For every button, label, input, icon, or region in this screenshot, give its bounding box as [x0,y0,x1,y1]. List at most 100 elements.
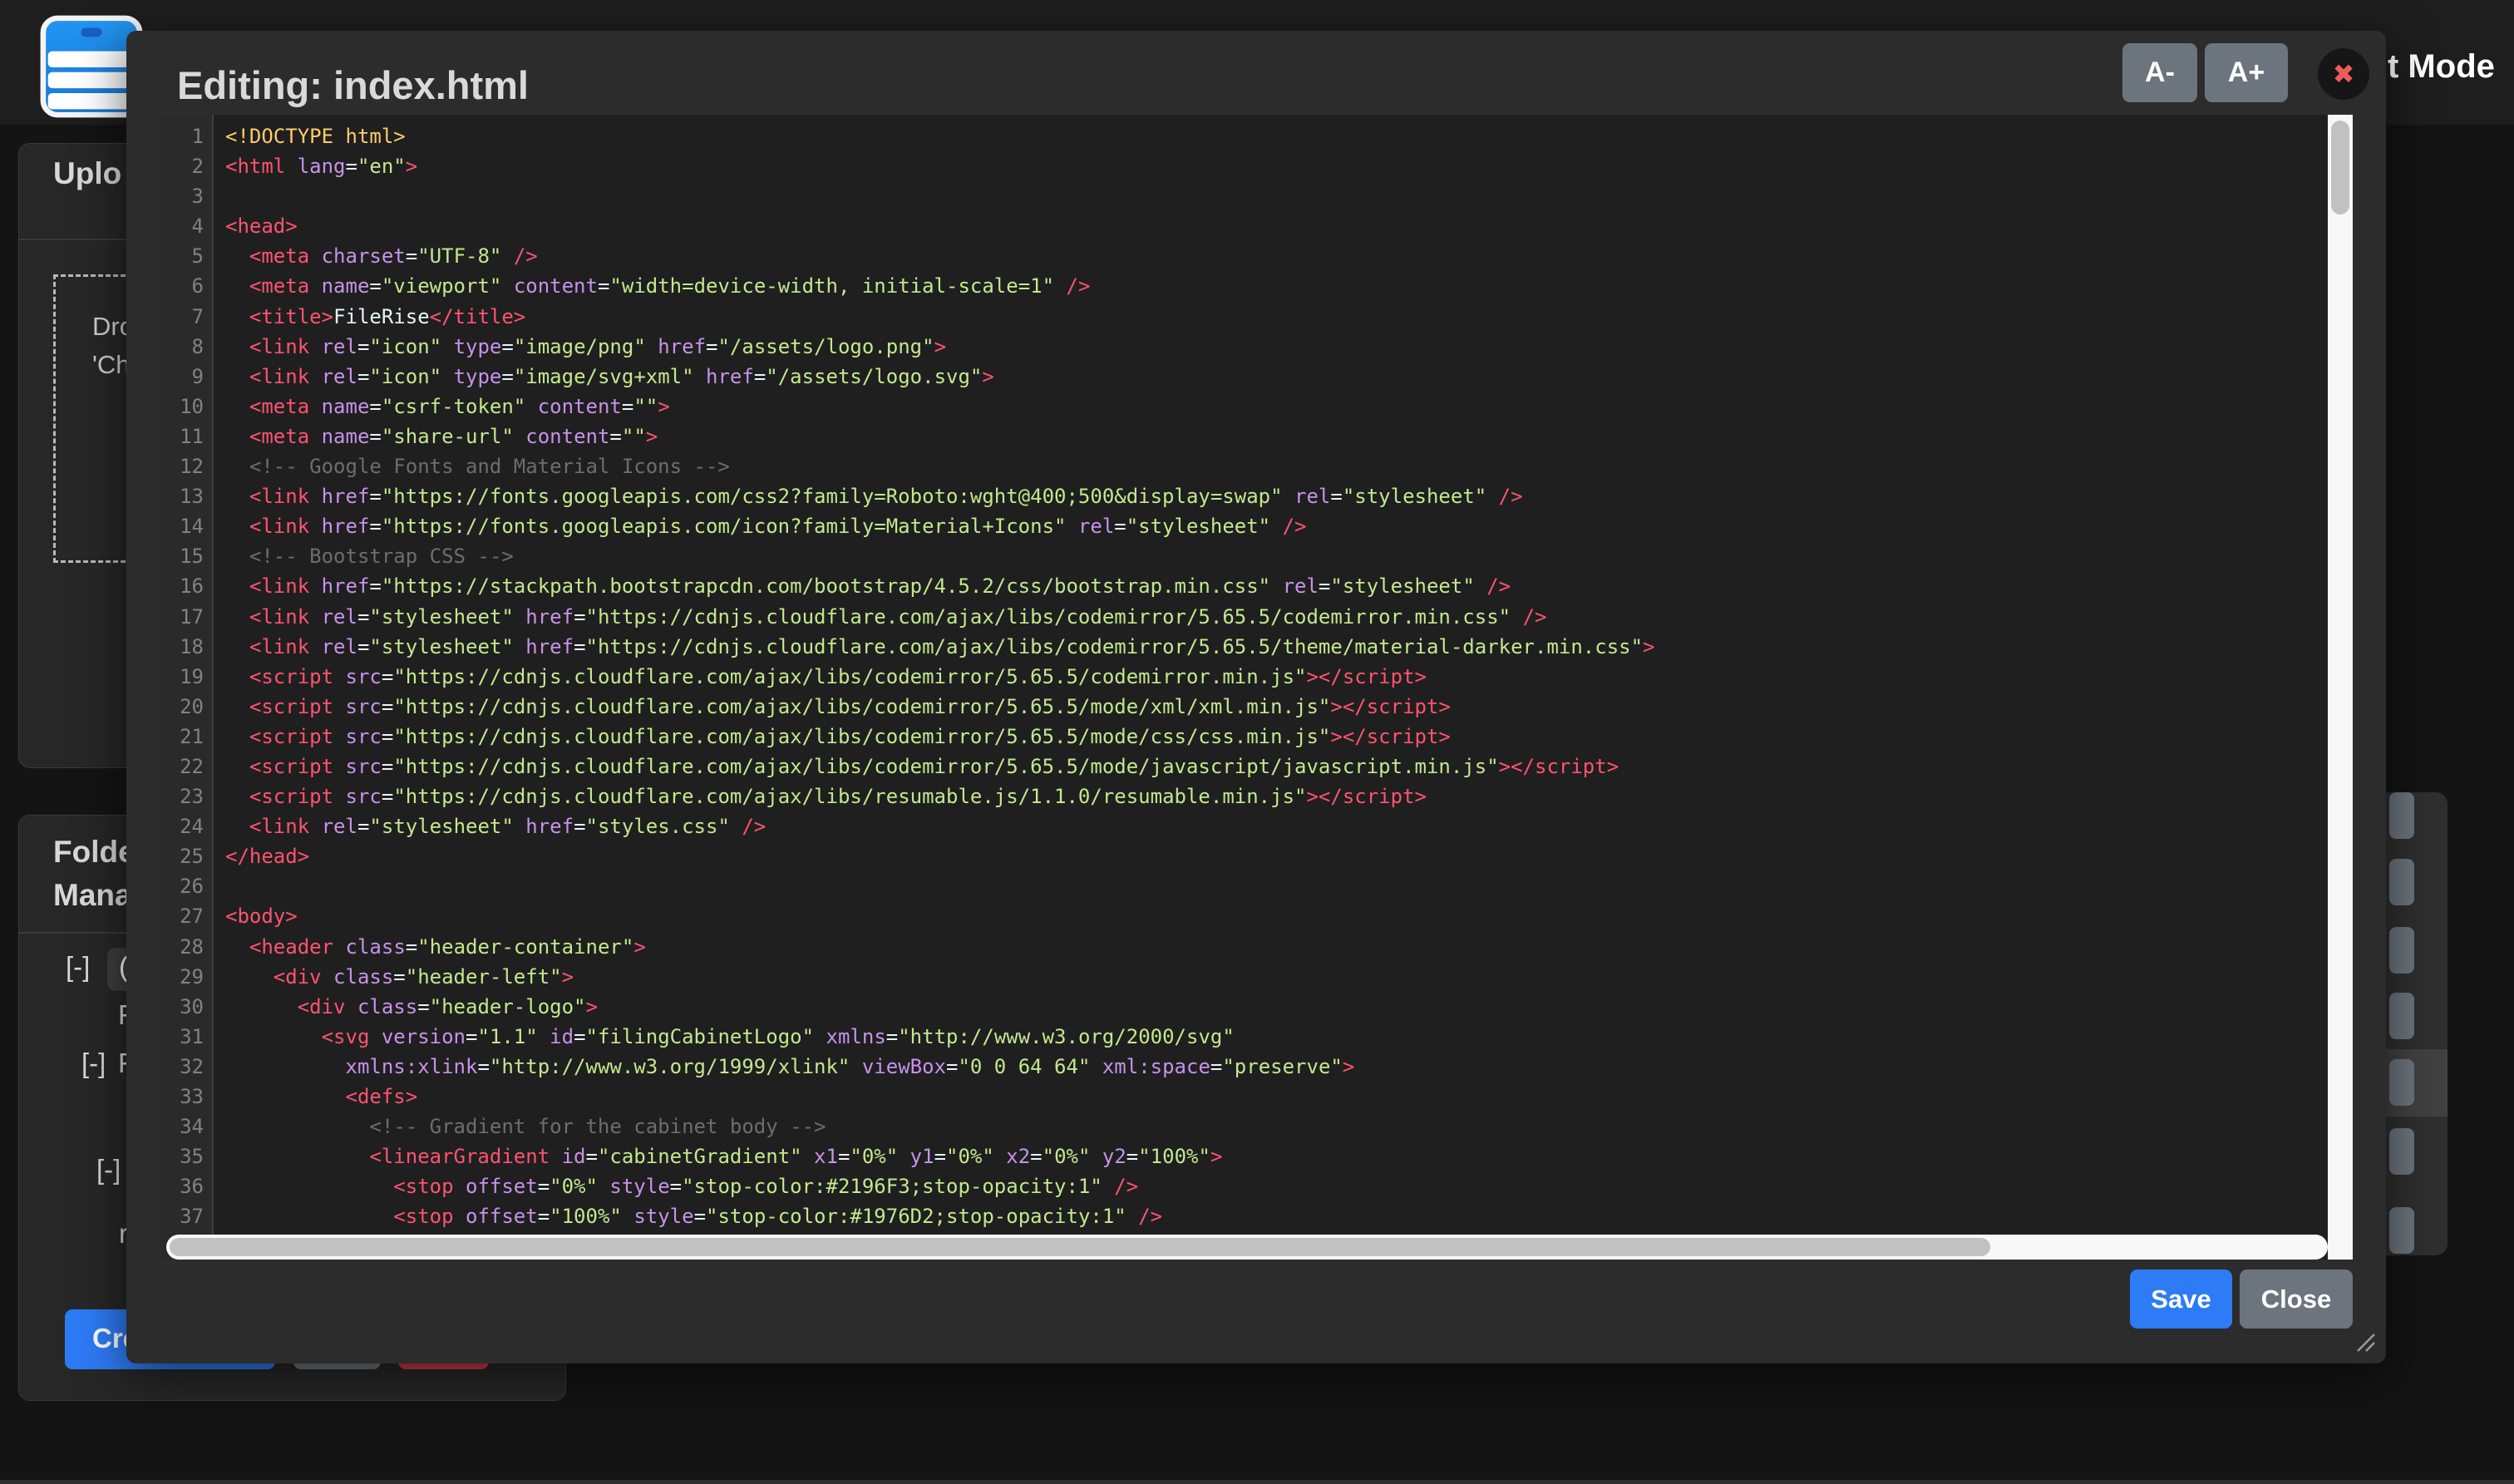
code-token: "preserve" [1222,1055,1343,1078]
code-token [225,935,249,959]
code-line[interactable]: 2<html lang="en"> [160,151,2353,181]
line-number: 25 [160,841,214,871]
code-line[interactable]: 26 [160,871,2353,901]
code-line[interactable]: 4<head> [160,211,2353,241]
code-line[interactable]: 29 <div class="header-left"> [160,962,2353,992]
code-line[interactable]: 12 <!-- Google Fonts and Material Icons … [160,451,2353,481]
code-token: = [466,1025,477,1048]
code-token: "/assets/logo.png" [717,335,934,358]
code-line[interactable]: 27<body> [160,901,2353,931]
code-line[interactable]: 25</head> [160,841,2353,871]
code-line[interactable]: 21 <script src="https://cdnjs.cloudflare… [160,722,2353,752]
action-button-stub[interactable] [2389,792,2414,839]
action-button-stub[interactable] [2389,927,2414,974]
code-line[interactable]: 31 <svg version="1.1" id="filingCabinetL… [160,1022,2353,1052]
font-increase-button[interactable]: A+ [2205,43,2288,102]
close-icon[interactable]: ✖ [2318,48,2369,100]
code-line[interactable]: 19 <script src="https://cdnjs.cloudflare… [160,662,2353,692]
code-token [225,1175,393,1198]
code-text: <script src="https://cdnjs.cloudflare.co… [214,722,1451,752]
line-number: 32 [160,1052,214,1082]
code-line[interactable]: 24 <link rel="stylesheet" href="styles.c… [160,811,2353,841]
code-token: > [586,995,598,1018]
save-button[interactable]: Save [2130,1270,2232,1329]
tree-toggle[interactable]: [-] [96,1154,121,1186]
code-token: offset [466,1205,538,1228]
vertical-scrollbar[interactable] [2328,115,2353,1260]
code-token [225,425,249,448]
code-text: xmlns:xlink="http://www.w3.org/1999/xlin… [214,1052,1354,1082]
code-line[interactable]: 20 <script src="https://cdnjs.cloudflare… [160,692,2353,722]
code-line[interactable]: 34 <!-- Gradient for the cabinet body --… [160,1112,2353,1141]
code-lines[interactable]: 1<!DOCTYPE html>2<html lang="en">34<head… [160,121,2353,1260]
action-button-stub[interactable] [2389,1059,2414,1106]
horizontal-scrollbar-thumb[interactable] [170,1238,1990,1256]
code-token: /> [742,815,766,838]
code-line[interactable]: 11 <meta name="share-url" content=""> [160,422,2353,451]
code-line[interactable]: 30 <div class="header-logo"> [160,992,2353,1022]
code-line[interactable]: 6 <meta name="viewport" content="width=d… [160,271,2353,301]
code-line[interactable]: 37 <stop offset="100%" style="stop-color… [160,1201,2353,1231]
code-line[interactable]: 32 xmlns:xlink="http://www.w3.org/1999/x… [160,1052,2353,1082]
code-token: "" [622,425,646,448]
code-line[interactable]: 17 <link rel="stylesheet" href="https://… [160,602,2353,632]
code-token [994,1145,1006,1168]
close-button[interactable]: Close [2240,1270,2353,1329]
resize-handle-icon[interactable] [2351,1328,2376,1353]
action-button-stub[interactable] [2389,1207,2414,1254]
code-token: type [454,335,502,358]
theme-mode-toggle[interactable]: t Mode [2388,48,2495,86]
code-token: = [538,1205,550,1228]
code-editor[interactable]: 1<!DOCTYPE html>2<html lang="en">34<head… [160,115,2353,1260]
code-line[interactable]: 13 <link href="https://fonts.googleapis.… [160,481,2353,511]
tree-toggle[interactable]: [-] [66,951,90,983]
code-token: type [454,365,502,388]
code-token: rel [322,605,357,629]
code-line[interactable]: 14 <link href="https://fonts.googleapis.… [160,511,2353,541]
code-line[interactable]: 3 [160,181,2353,211]
code-token: = [574,605,585,629]
code-token: = [369,515,381,538]
code-token [1270,515,1282,538]
action-button-stub[interactable] [2389,859,2414,905]
line-number: 28 [160,932,214,962]
code-line[interactable]: 35 <linearGradient id="cabinetGradient" … [160,1141,2353,1171]
code-token [441,365,453,388]
code-line[interactable]: 10 <meta name="csrf-token" content=""> [160,392,2353,422]
code-token: xml:space [1102,1055,1210,1078]
code-line[interactable]: 36 <stop offset="0%" style="stop-color:#… [160,1171,2353,1201]
line-number: 20 [160,692,214,722]
code-text: <link rel="stylesheet" href="https://cdn… [214,632,1655,662]
code-line[interactable]: 8 <link rel="icon" type="image/png" href… [160,332,2353,362]
code-token [309,574,321,598]
code-line[interactable]: 9 <link rel="icon" type="image/svg+xml" … [160,362,2353,392]
code-text: <!-- Google Fonts and Material Icons --> [214,451,730,481]
line-number: 30 [160,992,214,1022]
code-line[interactable]: 22 <script src="https://cdnjs.cloudflare… [160,752,2353,781]
code-line[interactable]: 7 <title>FileRise</title> [160,302,2353,332]
font-decrease-button[interactable]: A- [2122,43,2197,102]
code-text: <meta charset="UTF-8" /> [214,241,538,271]
action-button-stub[interactable] [2389,993,2414,1039]
code-token: /> [1283,515,1307,538]
code-line[interactable]: 23 <script src="https://cdnjs.cloudflare… [160,781,2353,811]
code-token: <link [249,815,309,838]
horizontal-scrollbar[interactable] [166,1235,2328,1260]
code-line[interactable]: 15 <!-- Bootstrap CSS --> [160,541,2353,571]
code-token [309,605,321,629]
code-line[interactable]: 16 <link href="https://stackpath.bootstr… [160,571,2353,601]
code-token: > [1643,635,1654,658]
code-line[interactable]: 5 <meta charset="UTF-8" /> [160,241,2353,271]
code-token: /> [514,244,538,268]
code-line[interactable]: 18 <link rel="stylesheet" href="https://… [160,632,2353,662]
code-token [514,815,525,838]
code-line[interactable]: 28 <header class="header-container"> [160,932,2353,962]
vertical-scrollbar-thumb[interactable] [2331,121,2349,214]
tree-toggle[interactable]: [-] [81,1048,106,1079]
code-token: rel [322,815,357,838]
code-text: <stop offset="100%" style="stop-color:#1… [214,1201,1162,1231]
code-token [538,1025,550,1048]
action-button-stub[interactable] [2389,1128,2414,1175]
code-line[interactable]: 33 <defs> [160,1082,2353,1112]
code-line[interactable]: 1<!DOCTYPE html> [160,121,2353,151]
